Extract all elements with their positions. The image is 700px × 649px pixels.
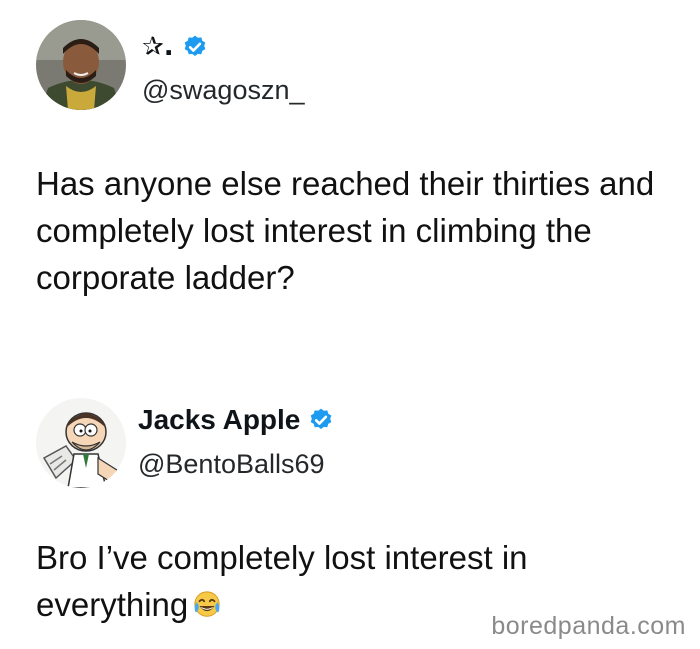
tears-of-joy-emoji-icon — [194, 591, 220, 617]
handle[interactable]: @swagoszn_ — [142, 74, 305, 106]
display-name[interactable]: Jacks Apple — [138, 403, 300, 437]
tweet-text: Has anyone else reached their thirties a… — [36, 165, 655, 296]
verified-badge-icon — [184, 35, 205, 56]
tweet-text-content: Bro I’ve completely lost interest in eve… — [36, 539, 528, 623]
name-row: ✰. — [142, 30, 208, 64]
avatar[interactable] — [36, 398, 126, 488]
display-name[interactable]: ✰. — [142, 30, 174, 64]
verified-badge-icon — [311, 408, 332, 429]
watermark: boredpanda.com — [491, 612, 686, 640]
avatar[interactable] — [36, 20, 126, 110]
name-row: Jacks Apple — [138, 403, 334, 437]
handle[interactable]: @BentoBalls69 — [138, 448, 325, 480]
man-portrait-avatar-icon — [36, 20, 126, 110]
cartoon-character-avatar-icon — [36, 398, 126, 488]
